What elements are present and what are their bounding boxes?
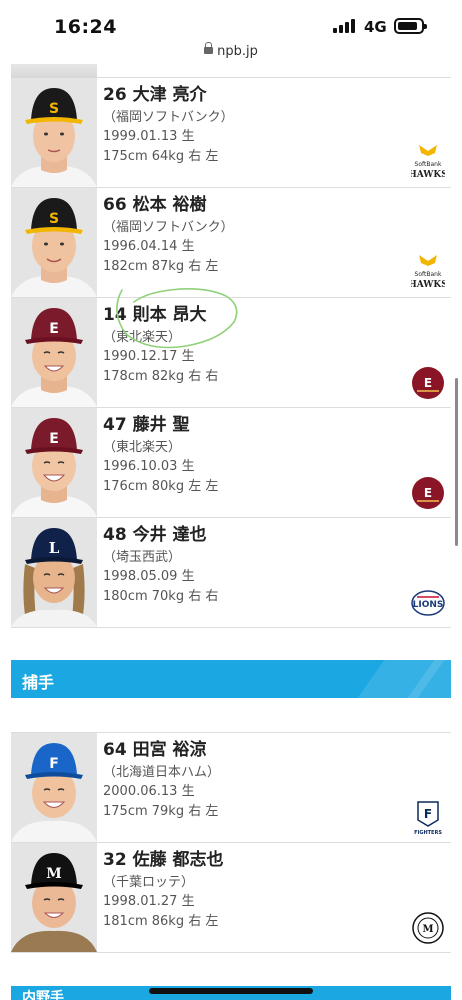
player-card[interactable]: F 64 田宮 裕涼 （北海道日本ハム） 2000.06.13 生 175cm … [11,733,451,843]
player-info: 64 田宮 裕涼 （北海道日本ハム） 2000.06.13 生 175cm 79… [103,739,220,822]
player-physical: 176cm 80kg 左 左 [103,479,219,494]
player-info: 66 松本 裕樹 （福岡ソフトバンク） 1996.04.14 生 182cm 8… [103,194,234,277]
battery-icon [394,18,427,34]
player-name: 大津 亮介 [132,85,207,105]
player-number: 66 [103,195,127,215]
status-bar: 16:24 4G [0,0,462,44]
player-physical: 182cm 87kg 右 左 [103,259,219,274]
player-birthdate: 1996.04.14 生 [103,239,195,254]
softbank-hawks-logo: SoftBank HAWKS [408,251,448,291]
player-card[interactable]: S 26 大津 亮介 （福岡ソフトバンク） 1999.01.13 生 175cm… [11,78,451,188]
player-number: 48 [103,525,127,545]
player-number: 47 [103,415,127,435]
cellular-signal-icon [333,19,355,33]
player-number: 32 [103,850,127,870]
player-birthdate: 1998.05.09 生 [103,569,195,584]
player-name: 佐藤 都志也 [132,850,224,870]
player-physical: 180cm 70kg 右 右 [103,589,219,604]
svg-text:E: E [49,431,59,447]
player-team: （埼玉西武） [103,550,182,565]
svg-text:F: F [49,756,59,772]
svg-text:E: E [424,376,432,390]
section-title: 内野手 [22,990,64,1000]
seibu-lions-logo: LIONS [411,581,445,621]
player-birthdate: 1998.01.27 生 [103,894,195,909]
rakuten-eagles-logo: E [411,361,445,401]
svg-text:SoftBank: SoftBank [415,161,442,168]
player-info: 47 藤井 聖 （東北楽天） 1996.10.03 生 176cm 80kg 左… [103,414,218,497]
address-bar[interactable]: npb.jp [0,42,462,66]
handwritten-annotation [116,288,238,349]
player-name: 藤井 聖 [132,415,190,435]
player-birthdate: 1996.10.03 生 [103,459,195,474]
softbank-hawks-logo: SoftBank HAWKS [408,141,448,181]
rakuten-eagles-logo: E [411,471,445,511]
player-photo: S [11,78,97,187]
player-info: 48 今井 達也 （埼玉西武） 1998.05.09 生 180cm 70kg … [103,524,218,607]
svg-text:SoftBank: SoftBank [415,271,442,278]
player-physical: 175cm 79kg 右 左 [103,804,219,819]
player-team: （福岡ソフトバンク） [103,110,234,125]
section-title: 捕手 [22,673,55,692]
svg-text:M: M [422,924,433,935]
player-photo: L [11,518,97,627]
player-birthdate: 1999.01.13 生 [103,129,195,144]
svg-text:L: L [49,539,60,557]
player-photo: E [11,298,97,407]
svg-text:FIGHTERS: FIGHTERS [414,830,442,836]
player-birthdate: 2000.06.13 生 [103,784,195,799]
player-team: （北海道日本ハム） [103,765,221,780]
svg-text:S: S [49,101,59,117]
player-physical: 175cm 64kg 右 左 [103,149,219,164]
previous-player-stub [11,64,451,78]
svg-text:E: E [49,321,59,337]
lotte-marines-logo: M [411,906,445,946]
catcher-list: F 64 田宮 裕涼 （北海道日本ハム） 2000.06.13 生 175cm … [11,732,451,953]
player-card[interactable]: M 32 佐藤 都志也 （千葉ロッテ） 1998.01.27 生 181cm 8… [11,843,451,953]
status-time: 16:24 [54,16,117,38]
player-team: （千葉ロッテ） [103,875,195,890]
svg-text:HAWKS: HAWKS [411,280,445,290]
home-indicator[interactable] [149,988,313,994]
svg-text:LIONS: LIONS [413,600,444,610]
player-physical: 181cm 86kg 右 左 [103,914,219,929]
player-physical: 178cm 82kg 右 右 [103,369,219,384]
scrollbar-thumb[interactable] [455,378,458,546]
lock-icon [204,42,214,56]
player-team: （東北楽天） [103,440,182,455]
player-photo: E [11,408,97,517]
player-info: 32 佐藤 都志也 （千葉ロッテ） 1998.01.27 生 181cm 86k… [103,849,224,932]
player-info: 26 大津 亮介 （福岡ソフトバンク） 1999.01.13 生 175cm 6… [103,84,234,167]
player-name: 今井 達也 [132,525,207,545]
url-text: npb.jp [217,44,258,59]
player-photo: S [11,188,97,297]
svg-text:HAWKS: HAWKS [411,170,445,180]
svg-text:E: E [424,486,432,500]
player-card[interactable]: E 47 藤井 聖 （東北楽天） 1996.10.03 生 176cm 80kg… [11,408,451,518]
player-team: （福岡ソフトバンク） [103,220,234,235]
svg-text:M: M [46,866,62,882]
player-card[interactable]: L 48 今井 達也 （埼玉西武） 1998.05.09 生 180cm 70k… [11,518,451,628]
player-number: 64 [103,740,127,760]
section-header-catcher: 捕手 [11,660,451,698]
svg-text:S: S [49,211,59,227]
player-photo: F [11,733,97,842]
network-type: 4G [364,18,387,36]
nipponham-fighters-logo: F FIGHTERS [411,796,445,836]
player-name: 田宮 裕涼 [132,740,207,760]
svg-text:F: F [424,807,432,821]
player-number: 26 [103,85,127,105]
player-photo: M [11,843,97,952]
player-name: 松本 裕樹 [132,195,207,215]
